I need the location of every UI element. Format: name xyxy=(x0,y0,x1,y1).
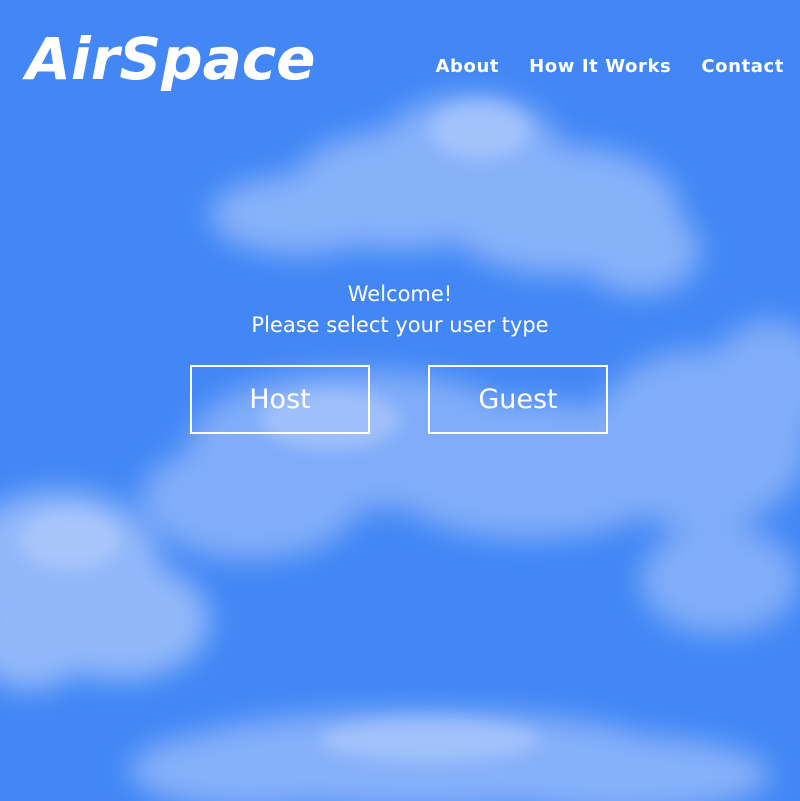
top-nav: About How It Works Contact xyxy=(436,56,784,77)
guest-button[interactable]: Guest xyxy=(428,365,608,434)
nav-link-how-it-works[interactable]: How It Works xyxy=(529,56,671,77)
welcome-heading: Welcome! xyxy=(347,282,453,306)
nav-link-contact[interactable]: Contact xyxy=(701,56,784,77)
airspace-logo[interactable]: AirSpace xyxy=(26,30,316,88)
host-button[interactable]: Host xyxy=(190,365,370,434)
sky-background xyxy=(0,0,800,801)
welcome-message: Welcome! Please select your user type xyxy=(0,279,800,341)
user-type-prompt: Please select your user type xyxy=(251,313,549,337)
nav-link-about[interactable]: About xyxy=(436,56,500,77)
